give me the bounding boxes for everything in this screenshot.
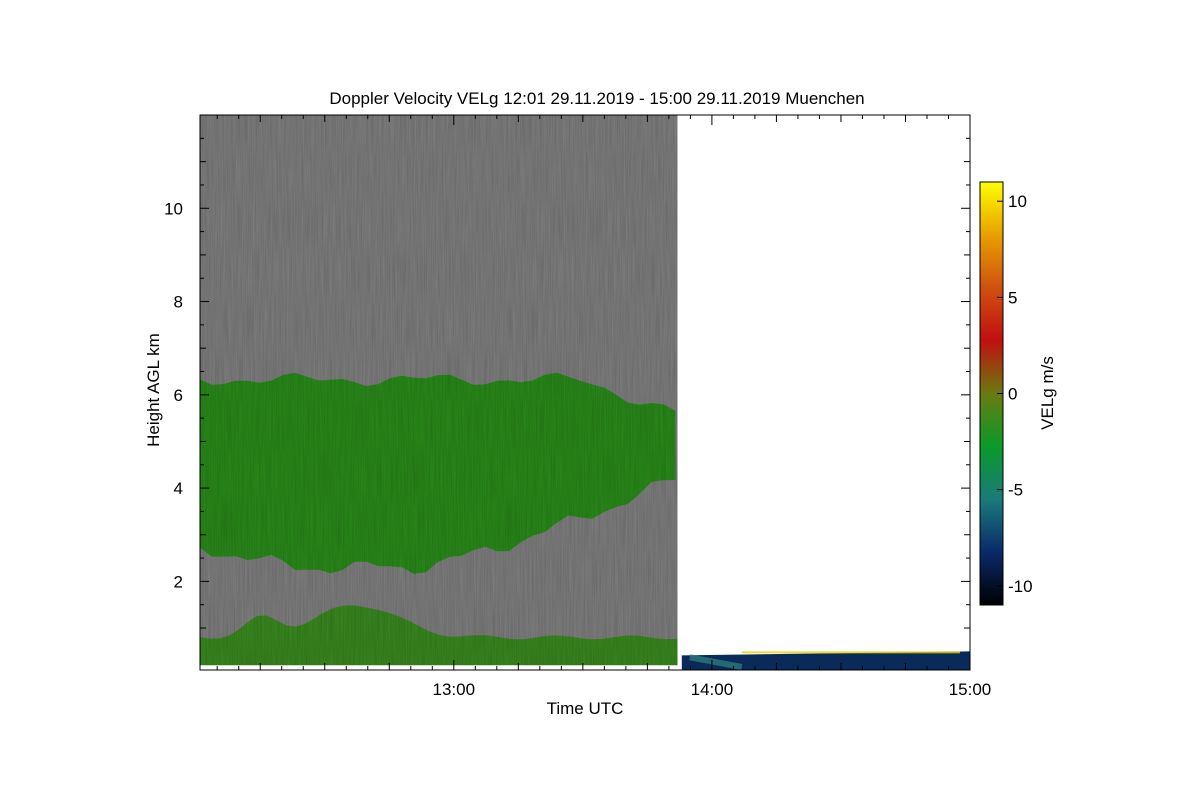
x-tick-label: 14:00: [691, 680, 734, 699]
colorbar: 10 5 0 -5 -10: [979, 181, 1033, 606]
velocity-chart: Doppler Velocity VELg 12:01 29.11.2019 -…: [144, 89, 1057, 718]
region-no-data: [681, 115, 970, 652]
chart-container: Doppler Velocity VELg 12:01 29.11.2019 -…: [0, 0, 1200, 800]
x-tick-label: 15:00: [949, 680, 992, 699]
colorbar-tick-label: -5: [1008, 481, 1023, 500]
x-tick-label: 13:00: [433, 680, 476, 699]
y-tick-label: 2: [174, 572, 183, 591]
colorbar-tick-label: 5: [1008, 288, 1017, 307]
y-tick-label: 4: [174, 479, 183, 498]
y-tick-label: 10: [164, 199, 183, 218]
lowest-gates-gap: [200, 665, 678, 670]
colorbar-label: VELg m/s: [1038, 356, 1057, 430]
chart-title: Doppler Velocity VELg 12:01 29.11.2019 -…: [329, 89, 864, 108]
colorbar-tick-label: 0: [1008, 385, 1017, 404]
region-texture: [200, 115, 678, 666]
y-tick-label: 8: [174, 293, 183, 312]
y-axis-label: Height AGL km: [144, 333, 163, 447]
plot-area: [200, 115, 970, 670]
x-axis-label: Time UTC: [547, 699, 624, 718]
colorbar-tick-label: 10: [1008, 192, 1027, 211]
colorbar-tick-label: -10: [1008, 577, 1033, 596]
y-tick-label: 6: [174, 386, 183, 405]
